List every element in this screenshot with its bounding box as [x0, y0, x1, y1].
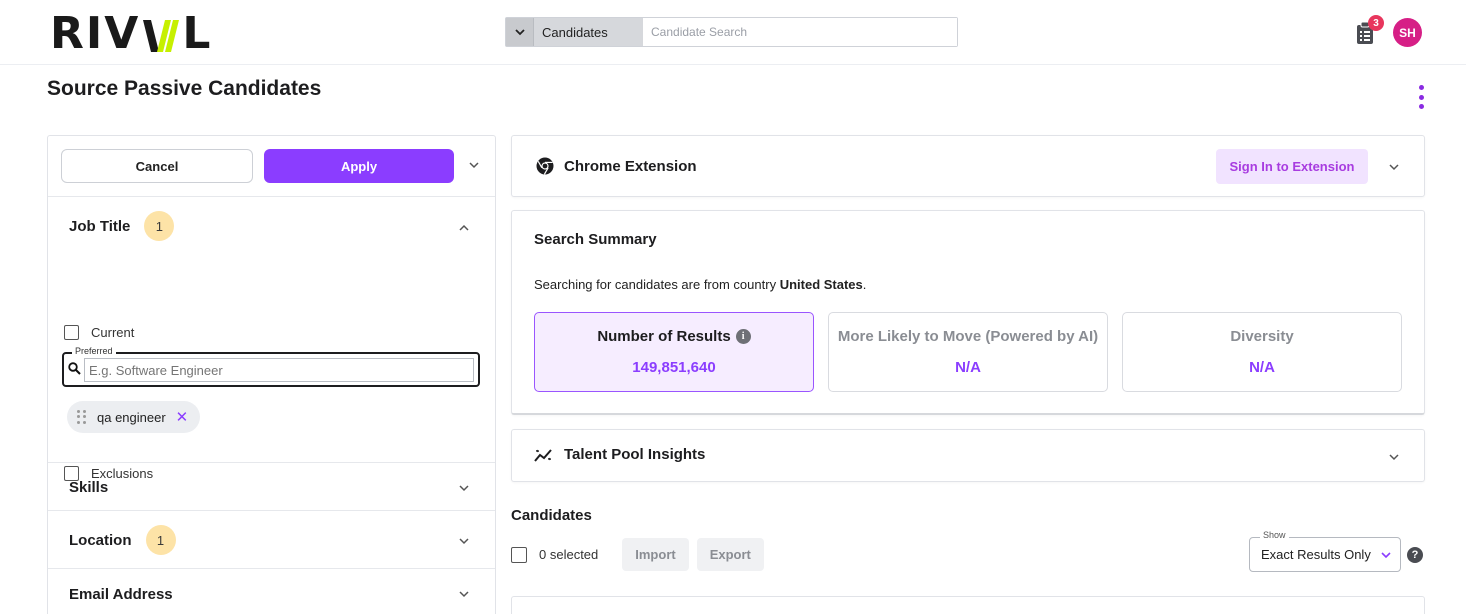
section-label: Location	[69, 531, 132, 549]
selected-count: 0 selected	[539, 547, 599, 562]
drag-handle-icon[interactable]	[77, 410, 87, 424]
talent-pool-insights-card[interactable]: Talent Pool Insights	[511, 429, 1425, 482]
section-label: Job Title	[69, 217, 131, 235]
stat-value: N/A	[1249, 359, 1275, 376]
export-button[interactable]: Export	[696, 538, 764, 571]
stat-label: Number of Results i	[535, 328, 813, 345]
section-label: Skills	[69, 478, 109, 496]
chevron-up-icon[interactable]	[458, 221, 470, 238]
skills-header[interactable]: Skills	[48, 463, 495, 511]
more-options-icon[interactable]	[1413, 84, 1429, 110]
top-bar: RIV L Candidates Candidate Search 3 SH	[0, 0, 1466, 65]
show-results-select[interactable]: Show Exact Results Only	[1249, 530, 1401, 572]
talent-pool-title[interactable]: Talent Pool Insights	[534, 446, 705, 463]
user-avatar[interactable]: SH	[1393, 18, 1422, 47]
close-icon[interactable]: ✕	[176, 408, 189, 426]
summary-country: United States	[779, 277, 863, 292]
job-title-header[interactable]: Job Title 1	[48, 197, 495, 255]
candidates-heading: Candidates	[511, 507, 592, 524]
search-summary-card: Search Summary Searching for candidates …	[511, 210, 1425, 415]
chevron-down-icon[interactable]	[468, 158, 480, 176]
logo-slash-mark	[141, 12, 181, 56]
show-selected-value: Exact Results Only	[1261, 547, 1371, 562]
info-icon[interactable]: i	[735, 329, 751, 344]
search-scope-label: Candidates	[542, 24, 608, 40]
select-all-checkbox[interactable]	[511, 546, 527, 563]
apply-button[interactable]: Apply	[264, 149, 454, 183]
global-search: Candidates	[505, 17, 958, 47]
chrome-extension-title[interactable]: Chrome Extension	[536, 157, 697, 175]
search-summary-title: Search Summary	[534, 231, 657, 248]
diversity-stat[interactable]: Diversity N/A	[1122, 312, 1402, 392]
chrome-icon	[536, 157, 554, 175]
location-section[interactable]: Location 1	[48, 511, 495, 569]
cancel-button[interactable]: Cancel	[61, 149, 253, 183]
job-title-section: Job Title 1 Current Preferred qa enginee…	[48, 197, 495, 481]
card-title-text: Talent Pool Insights	[564, 446, 706, 463]
location-header[interactable]: Location 1	[48, 511, 495, 569]
help-icon[interactable]: ?	[1407, 547, 1423, 563]
filter-count-badge: 1	[145, 525, 176, 555]
chevron-down-icon[interactable]	[1388, 160, 1400, 178]
summary-suffix: .	[862, 277, 867, 292]
job-title-chip[interactable]: qa engineer ✕	[67, 401, 201, 433]
section-label: Email Address	[69, 585, 173, 603]
notification-count-badge: 3	[1368, 15, 1384, 31]
chevron-down-icon[interactable]	[1380, 549, 1392, 564]
current-label: Current	[91, 325, 135, 340]
notifications-button[interactable]: 3	[1353, 15, 1384, 46]
stat-label: Diversity	[1230, 328, 1294, 345]
filter-actions: Cancel Apply	[48, 136, 495, 197]
stat-value: 149,851,640	[632, 359, 716, 376]
current-checkbox-row[interactable]: Current	[64, 325, 134, 340]
sign-in-extension-button[interactable]: Sign In to Extension	[1216, 149, 1368, 184]
current-checkbox[interactable]	[64, 325, 79, 340]
email-header[interactable]: Email Address	[48, 569, 495, 614]
candidates-list-card	[511, 596, 1425, 614]
import-button[interactable]: Import	[622, 538, 689, 571]
chevron-down-icon[interactable]	[506, 18, 534, 46]
stat-label-text: Number of Results	[597, 328, 731, 345]
chevron-down-icon[interactable]	[458, 481, 470, 498]
chip-label: qa engineer	[97, 409, 166, 425]
likely-to-move-stat[interactable]: More Likely to Move (Powered by AI) N/A	[828, 312, 1108, 392]
search-summary-text: Searching for candidates are from countr…	[534, 277, 866, 292]
search-icon	[68, 362, 81, 380]
page-title: Source Passive Candidates	[47, 77, 322, 100]
chevron-down-icon[interactable]	[1388, 450, 1400, 468]
stat-value: N/A	[955, 359, 981, 376]
chevron-down-icon[interactable]	[458, 587, 470, 604]
search-scope-select[interactable]: Candidates	[506, 18, 643, 46]
summary-prefix: Searching for candidates are from countr…	[534, 277, 780, 292]
filter-panel: Cancel Apply Job Title 1 Current Preferr…	[47, 135, 496, 614]
rival-logo[interactable]: RIV L	[50, 12, 212, 56]
sparkline-icon	[534, 447, 554, 463]
preferred-legend: Preferred	[72, 346, 116, 356]
selection-toolbar: 0 selected Import Export	[511, 538, 764, 571]
preferred-job-title-input[interactable]	[84, 358, 474, 382]
preferred-job-title-field[interactable]: Preferred	[62, 346, 480, 387]
stat-label: More Likely to Move (Powered by AI)	[837, 328, 1099, 345]
chrome-extension-card: Chrome Extension Sign In to Extension	[511, 135, 1425, 197]
chevron-down-icon[interactable]	[458, 534, 470, 551]
card-title-text: Chrome Extension	[564, 157, 697, 175]
logo-text-right: L	[182, 8, 213, 59]
filter-count-badge: 1	[144, 211, 175, 241]
skills-section[interactable]: Skills	[48, 463, 495, 511]
show-legend: Show	[1260, 530, 1289, 540]
candidate-search-input[interactable]	[643, 18, 957, 46]
email-section[interactable]: Email Address	[48, 569, 495, 614]
number-of-results-stat[interactable]: Number of Results i 149,851,640	[534, 312, 814, 392]
logo-text-left: RIV	[50, 8, 141, 59]
